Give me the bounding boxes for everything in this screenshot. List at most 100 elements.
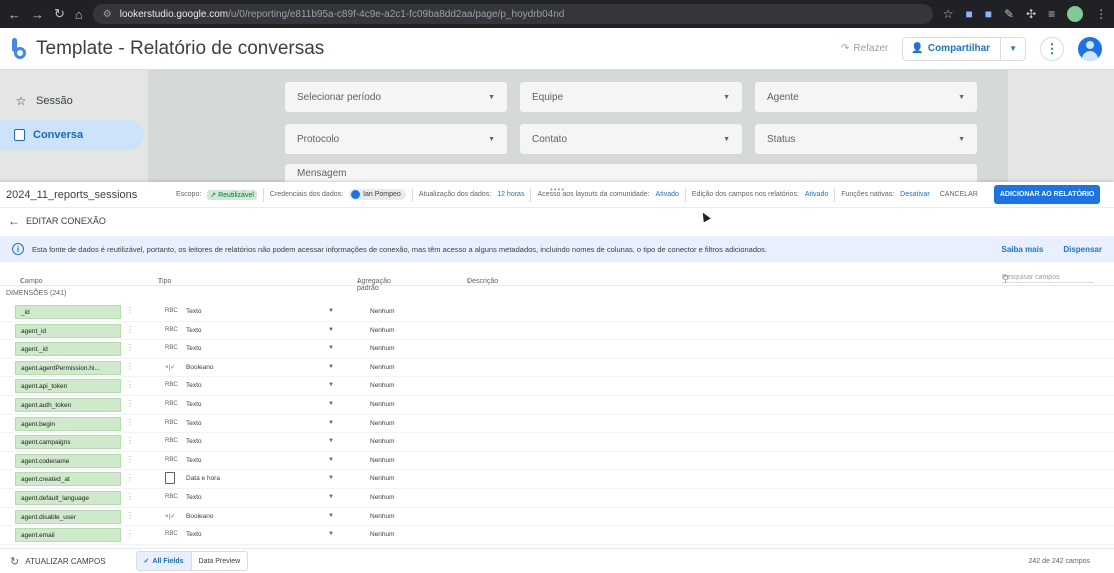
field-name-chip[interactable]: agent_id: [15, 323, 121, 338]
field-type-select[interactable]: Texto: [186, 457, 202, 464]
field-menu-icon[interactable]: ⋮: [126, 511, 134, 520]
chevron-down-icon[interactable]: ▼: [328, 364, 334, 370]
field-name-chip[interactable]: agent.begin: [15, 416, 121, 431]
filter-status[interactable]: Status ▼: [755, 124, 977, 154]
field-menu-icon[interactable]: ⋮: [126, 473, 134, 482]
field-name-chip[interactable]: agent.api_token: [15, 379, 121, 394]
extension-icon[interactable]: ✎: [1004, 7, 1014, 21]
aggregation-select[interactable]: Nenhum: [370, 494, 395, 501]
site-info-icon[interactable]: ⚙: [103, 9, 112, 20]
field-menu-icon[interactable]: ⋮: [126, 529, 134, 538]
refresh-fields-button[interactable]: ↻ ATUALIZAR CAMPOS: [10, 555, 106, 568]
chevron-down-icon[interactable]: ▼: [328, 401, 334, 407]
field-menu-icon[interactable]: ⋮: [126, 399, 134, 408]
aggregation-select[interactable]: Nenhum: [370, 327, 395, 334]
field-name-chip[interactable]: agent.email: [15, 528, 121, 543]
filter-message[interactable]: Mensagem: [285, 164, 977, 182]
field-type-select[interactable]: Texto: [186, 494, 202, 501]
bookmark-star-icon[interactable]: ☆: [943, 7, 954, 21]
field-type-select[interactable]: Data e hora: [186, 475, 220, 482]
filter-agent[interactable]: Agente ▼: [755, 82, 977, 112]
field-name-chip[interactable]: agent.codename: [15, 453, 121, 468]
aggregation-select[interactable]: Nenhum: [370, 345, 395, 352]
field-menu-icon[interactable]: ⋮: [126, 343, 134, 352]
field-menu-icon[interactable]: ⋮: [126, 455, 134, 464]
home-icon[interactable]: ⌂: [75, 7, 83, 22]
field-name-chip[interactable]: agent.campaigns: [15, 435, 121, 450]
forward-icon[interactable]: →: [31, 7, 44, 22]
search-fields-input[interactable]: ⚲ Pesquisar campos: [1002, 267, 1094, 285]
filter-team[interactable]: Equipe ▼: [520, 82, 742, 112]
chevron-down-icon[interactable]: ▼: [328, 513, 334, 519]
looker-studio-logo-icon[interactable]: [12, 37, 26, 60]
back-icon[interactable]: ←: [8, 7, 21, 22]
chevron-down-icon[interactable]: ▼: [328, 345, 334, 351]
chevron-down-icon[interactable]: ▼: [328, 308, 334, 314]
field-type-select[interactable]: Booleano: [186, 364, 213, 371]
field-type-select[interactable]: Texto: [186, 420, 202, 427]
filter-contact[interactable]: Contato ▼: [520, 124, 742, 154]
field-type-select[interactable]: Texto: [186, 382, 202, 389]
report-title[interactable]: Template - Relatório de conversas: [36, 38, 324, 60]
more-options-button[interactable]: ⋮: [1040, 36, 1064, 61]
extensions-puzzle-icon[interactable]: ✣: [1026, 7, 1036, 21]
field-name-chip[interactable]: agent.auth_token: [15, 397, 121, 412]
aggregation-select[interactable]: Nenhum: [370, 364, 395, 371]
scope-chip[interactable]: ↗ Reutilizável: [207, 189, 257, 200]
browser-profile-avatar[interactable]: [1067, 6, 1084, 22]
field-type-select[interactable]: Texto: [186, 345, 202, 352]
field-menu-icon[interactable]: ⋮: [126, 492, 134, 501]
community-layouts-link[interactable]: Ativado: [656, 191, 679, 198]
tab-all-fields[interactable]: ✓ All Fields: [136, 552, 192, 570]
field-type-select[interactable]: Texto: [186, 438, 202, 445]
aggregation-select[interactable]: Nenhum: [370, 513, 395, 520]
add-to-report-button[interactable]: ADICIONAR AO RELATÓRIO: [993, 185, 1101, 204]
extension-icon[interactable]: ■: [966, 7, 973, 21]
nav-item-conversa[interactable]: Conversa: [0, 120, 144, 150]
field-menu-icon[interactable]: ⋮: [126, 436, 134, 445]
field-name-chip[interactable]: agent._id: [15, 342, 121, 357]
field-menu-icon[interactable]: ⋮: [126, 418, 134, 427]
field-menu-icon[interactable]: ⋮: [126, 362, 134, 371]
filter-period[interactable]: Selecionar período ▼: [285, 82, 507, 112]
browser-menu-icon[interactable]: ⋮: [1095, 7, 1107, 21]
address-bar[interactable]: ⚙ lookerstudio.google.com/u/0/reporting/…: [92, 4, 933, 24]
field-type-select[interactable]: Texto: [186, 327, 202, 334]
field-menu-icon[interactable]: ⋮: [126, 306, 134, 315]
native-functions-link[interactable]: Desativar: [900, 191, 930, 198]
aggregation-select[interactable]: Nenhum: [370, 308, 395, 315]
data-source-name[interactable]: 2024_11_reports_sessions: [6, 189, 176, 201]
edit-fields-link[interactable]: Ativado: [805, 191, 828, 198]
learn-more-link[interactable]: Saiba mais: [1002, 245, 1044, 254]
chevron-down-icon[interactable]: ▼: [328, 475, 334, 481]
field-type-select[interactable]: Texto: [186, 308, 202, 315]
chevron-down-icon[interactable]: ▼: [328, 531, 334, 537]
chevron-down-icon[interactable]: ▼: [328, 438, 334, 444]
field-name-chip[interactable]: _id: [15, 305, 121, 319]
edit-connection-link[interactable]: ← EDITAR CONEXÃO: [8, 214, 106, 228]
extension-icon[interactable]: ■: [985, 7, 992, 21]
credentials-chip[interactable]: Ian Pompeo: [349, 189, 406, 200]
field-type-select[interactable]: Texto: [186, 401, 202, 408]
chevron-down-icon[interactable]: ▼: [328, 382, 334, 388]
field-name-chip[interactable]: agent.created_at: [15, 472, 121, 487]
redo-button[interactable]: ↷ Refazer: [841, 43, 888, 54]
field-menu-icon[interactable]: ⋮: [126, 380, 134, 389]
field-type-select[interactable]: Booleano: [186, 513, 213, 520]
cancel-button[interactable]: CANCELAR: [940, 191, 978, 198]
aggregation-select[interactable]: Nenhum: [370, 438, 395, 445]
aggregation-select[interactable]: Nenhum: [370, 420, 395, 427]
freshness-link[interactable]: 12 horas: [497, 191, 524, 198]
aggregation-select[interactable]: Nenhum: [370, 401, 395, 408]
aggregation-select[interactable]: Nenhum: [370, 531, 395, 538]
translate-icon[interactable]: ≡: [1048, 7, 1055, 21]
field-name-chip[interactable]: agent.disable_user: [15, 509, 121, 524]
chevron-down-icon[interactable]: ▼: [328, 327, 334, 333]
field-type-select[interactable]: Texto: [186, 531, 202, 538]
share-button[interactable]: 👤 Compartilhar ▼: [902, 36, 1026, 61]
filter-protocol[interactable]: Protocolo ▼: [285, 124, 507, 154]
chevron-down-icon[interactable]: ▼: [328, 494, 334, 500]
tab-data-preview[interactable]: Data Preview: [192, 552, 248, 570]
chevron-down-icon[interactable]: ▼: [328, 420, 334, 426]
field-menu-icon[interactable]: ⋮: [126, 325, 134, 334]
